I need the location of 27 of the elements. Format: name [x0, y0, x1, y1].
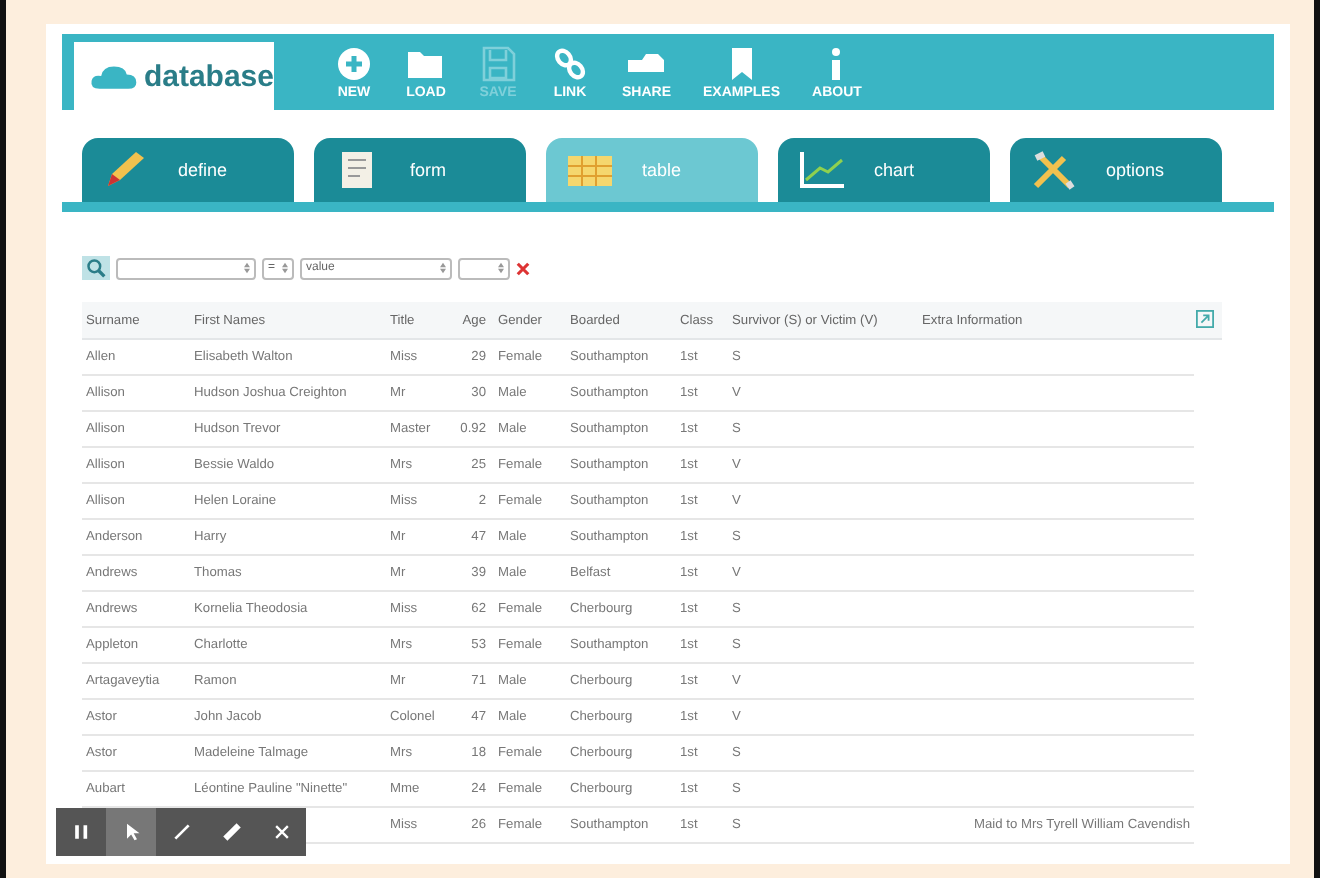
expand-icon[interactable] — [1196, 310, 1214, 328]
tools-icon — [1030, 150, 1078, 190]
tab[interactable]: chart — [778, 138, 990, 202]
tab[interactable]: table — [546, 138, 758, 202]
field-select[interactable] — [116, 257, 256, 279]
logo-text: database — [143, 59, 274, 93]
clear-icon[interactable] — [516, 261, 530, 275]
tab[interactable]: options — [1010, 138, 1222, 202]
table-icon — [566, 150, 614, 190]
chart-icon — [798, 150, 846, 190]
dropdown-arrows-icon — [440, 262, 446, 274]
dropdown-arrows-icon — [244, 262, 250, 274]
dropdown-arrows-icon — [282, 262, 288, 274]
cursor-icon — [121, 822, 141, 842]
tab[interactable]: define — [82, 138, 294, 202]
pause-icon — [71, 822, 91, 842]
search-button[interactable] — [82, 256, 110, 280]
save-icon — [478, 45, 518, 81]
pen-icon — [171, 822, 191, 842]
info-icon — [830, 45, 843, 81]
plus-icon — [334, 45, 374, 81]
marker-icon — [221, 822, 241, 842]
close-icon — [271, 822, 291, 842]
pointer-tool[interactable] — [106, 808, 156, 856]
link-icon — [550, 45, 590, 81]
dropdown-arrows-icon — [498, 262, 504, 274]
tab[interactable]: form — [314, 138, 526, 202]
